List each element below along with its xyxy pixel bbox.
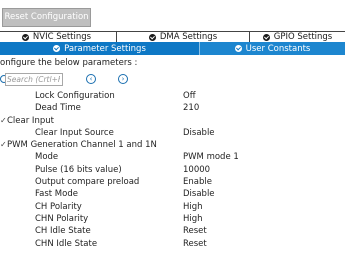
toolbar: Reset Configuration — [0, 0, 345, 30]
param-row[interactable]: CH Polarity High — [0, 201, 345, 213]
tab-label: DMA Settings — [159, 32, 218, 42]
param-name: Lock Configuration — [35, 91, 115, 101]
param-value: PWM mode 1 — [183, 152, 239, 163]
param-name: CHN Polarity — [35, 213, 89, 224]
group-title: PWM Generation Channel 1 and 1N — [7, 140, 157, 151]
tab-dma-settings[interactable]: DMA Settings — [117, 31, 250, 42]
param-name: Mode — [35, 152, 59, 163]
search-bar: ‹ › — [0, 73, 345, 87]
search-previous-button[interactable]: ‹ — [86, 74, 96, 84]
param-row[interactable]: Lock Configuration Off — [0, 90, 345, 102]
tab-parameter-settings[interactable]: Parameter Settings — [0, 42, 199, 55]
search-input[interactable] — [5, 73, 63, 86]
param-name: CHN Idle State — [35, 238, 98, 249]
param-row[interactable]: CHN Idle State Reset — [0, 238, 345, 250]
param-row[interactable]: Fast Mode Disable — [0, 188, 345, 200]
search-next-button[interactable]: › — [118, 74, 128, 84]
settings-tabs-row-2: Parameter Settings User Constants — [0, 42, 345, 55]
param-name: Dead Time — [35, 103, 81, 114]
check-icon — [53, 45, 61, 52]
param-value: 210 — [183, 103, 200, 114]
param-row[interactable]: Pulse (16 bits value) 10000 — [0, 164, 345, 176]
check-icon — [262, 33, 270, 41]
param-row[interactable]: Output compare preload Enable — [0, 176, 345, 188]
tab-label: Parameter Settings — [64, 43, 146, 54]
check-icon — [21, 33, 29, 41]
param-value: High — [183, 201, 203, 212]
tab-label: GPIO Settings — [273, 32, 333, 42]
param-name: Pulse (16 bits value) — [35, 164, 122, 175]
param-value: High — [183, 213, 203, 224]
param-name: Fast Mode — [35, 189, 78, 200]
param-value: 10000 — [183, 164, 211, 175]
param-value: Disable — [183, 189, 215, 200]
configure-instructions: onfigure the below parameters : — [0, 58, 138, 68]
param-name: CH Polarity — [35, 201, 82, 212]
group-title: Clear Input — [7, 115, 54, 126]
expand-chevron-icon[interactable]: ✓ — [0, 139, 7, 151]
settings-tabs-row-1: NVIC Settings DMA Settings GPIO Settings — [0, 31, 345, 42]
parameter-list: Lock Configuration Off Dead Time 210 ✓ C… — [0, 90, 345, 250]
expand-chevron-icon[interactable]: ✓ — [0, 115, 7, 127]
param-row[interactable]: CHN Polarity High — [0, 213, 345, 225]
tab-label: User Constants — [245, 43, 311, 54]
check-icon — [234, 45, 242, 52]
param-name: CH Idle State — [35, 226, 91, 237]
tab-user-constants[interactable]: User Constants — [199, 42, 345, 55]
param-row[interactable]: Mode PWM mode 1 — [0, 151, 345, 163]
param-value: Enable — [183, 177, 212, 188]
param-value: Disable — [183, 127, 215, 138]
param-value: Off — [183, 91, 196, 101]
param-value: Reset — [183, 226, 207, 237]
param-value: Reset — [183, 238, 207, 249]
param-row[interactable]: Dead Time 210 — [0, 102, 345, 114]
reset-configuration-button[interactable]: Reset Configuration — [2, 8, 91, 27]
param-row[interactable]: CH Idle State Reset — [0, 225, 345, 237]
param-name: Clear Input Source — [35, 127, 114, 138]
group-pwm-generation[interactable]: ✓ PWM Generation Channel 1 and 1N — [0, 139, 345, 151]
param-row[interactable]: Clear Input Source Disable — [0, 127, 345, 139]
param-name: Output compare preload — [35, 177, 140, 188]
tab-gpio-settings[interactable]: GPIO Settings — [250, 31, 345, 42]
group-clear-input[interactable]: ✓ Clear Input — [0, 115, 345, 127]
tab-label: NVIC Settings — [32, 32, 92, 42]
tab-nvic-settings[interactable]: NVIC Settings — [0, 31, 117, 42]
check-icon — [148, 33, 156, 41]
